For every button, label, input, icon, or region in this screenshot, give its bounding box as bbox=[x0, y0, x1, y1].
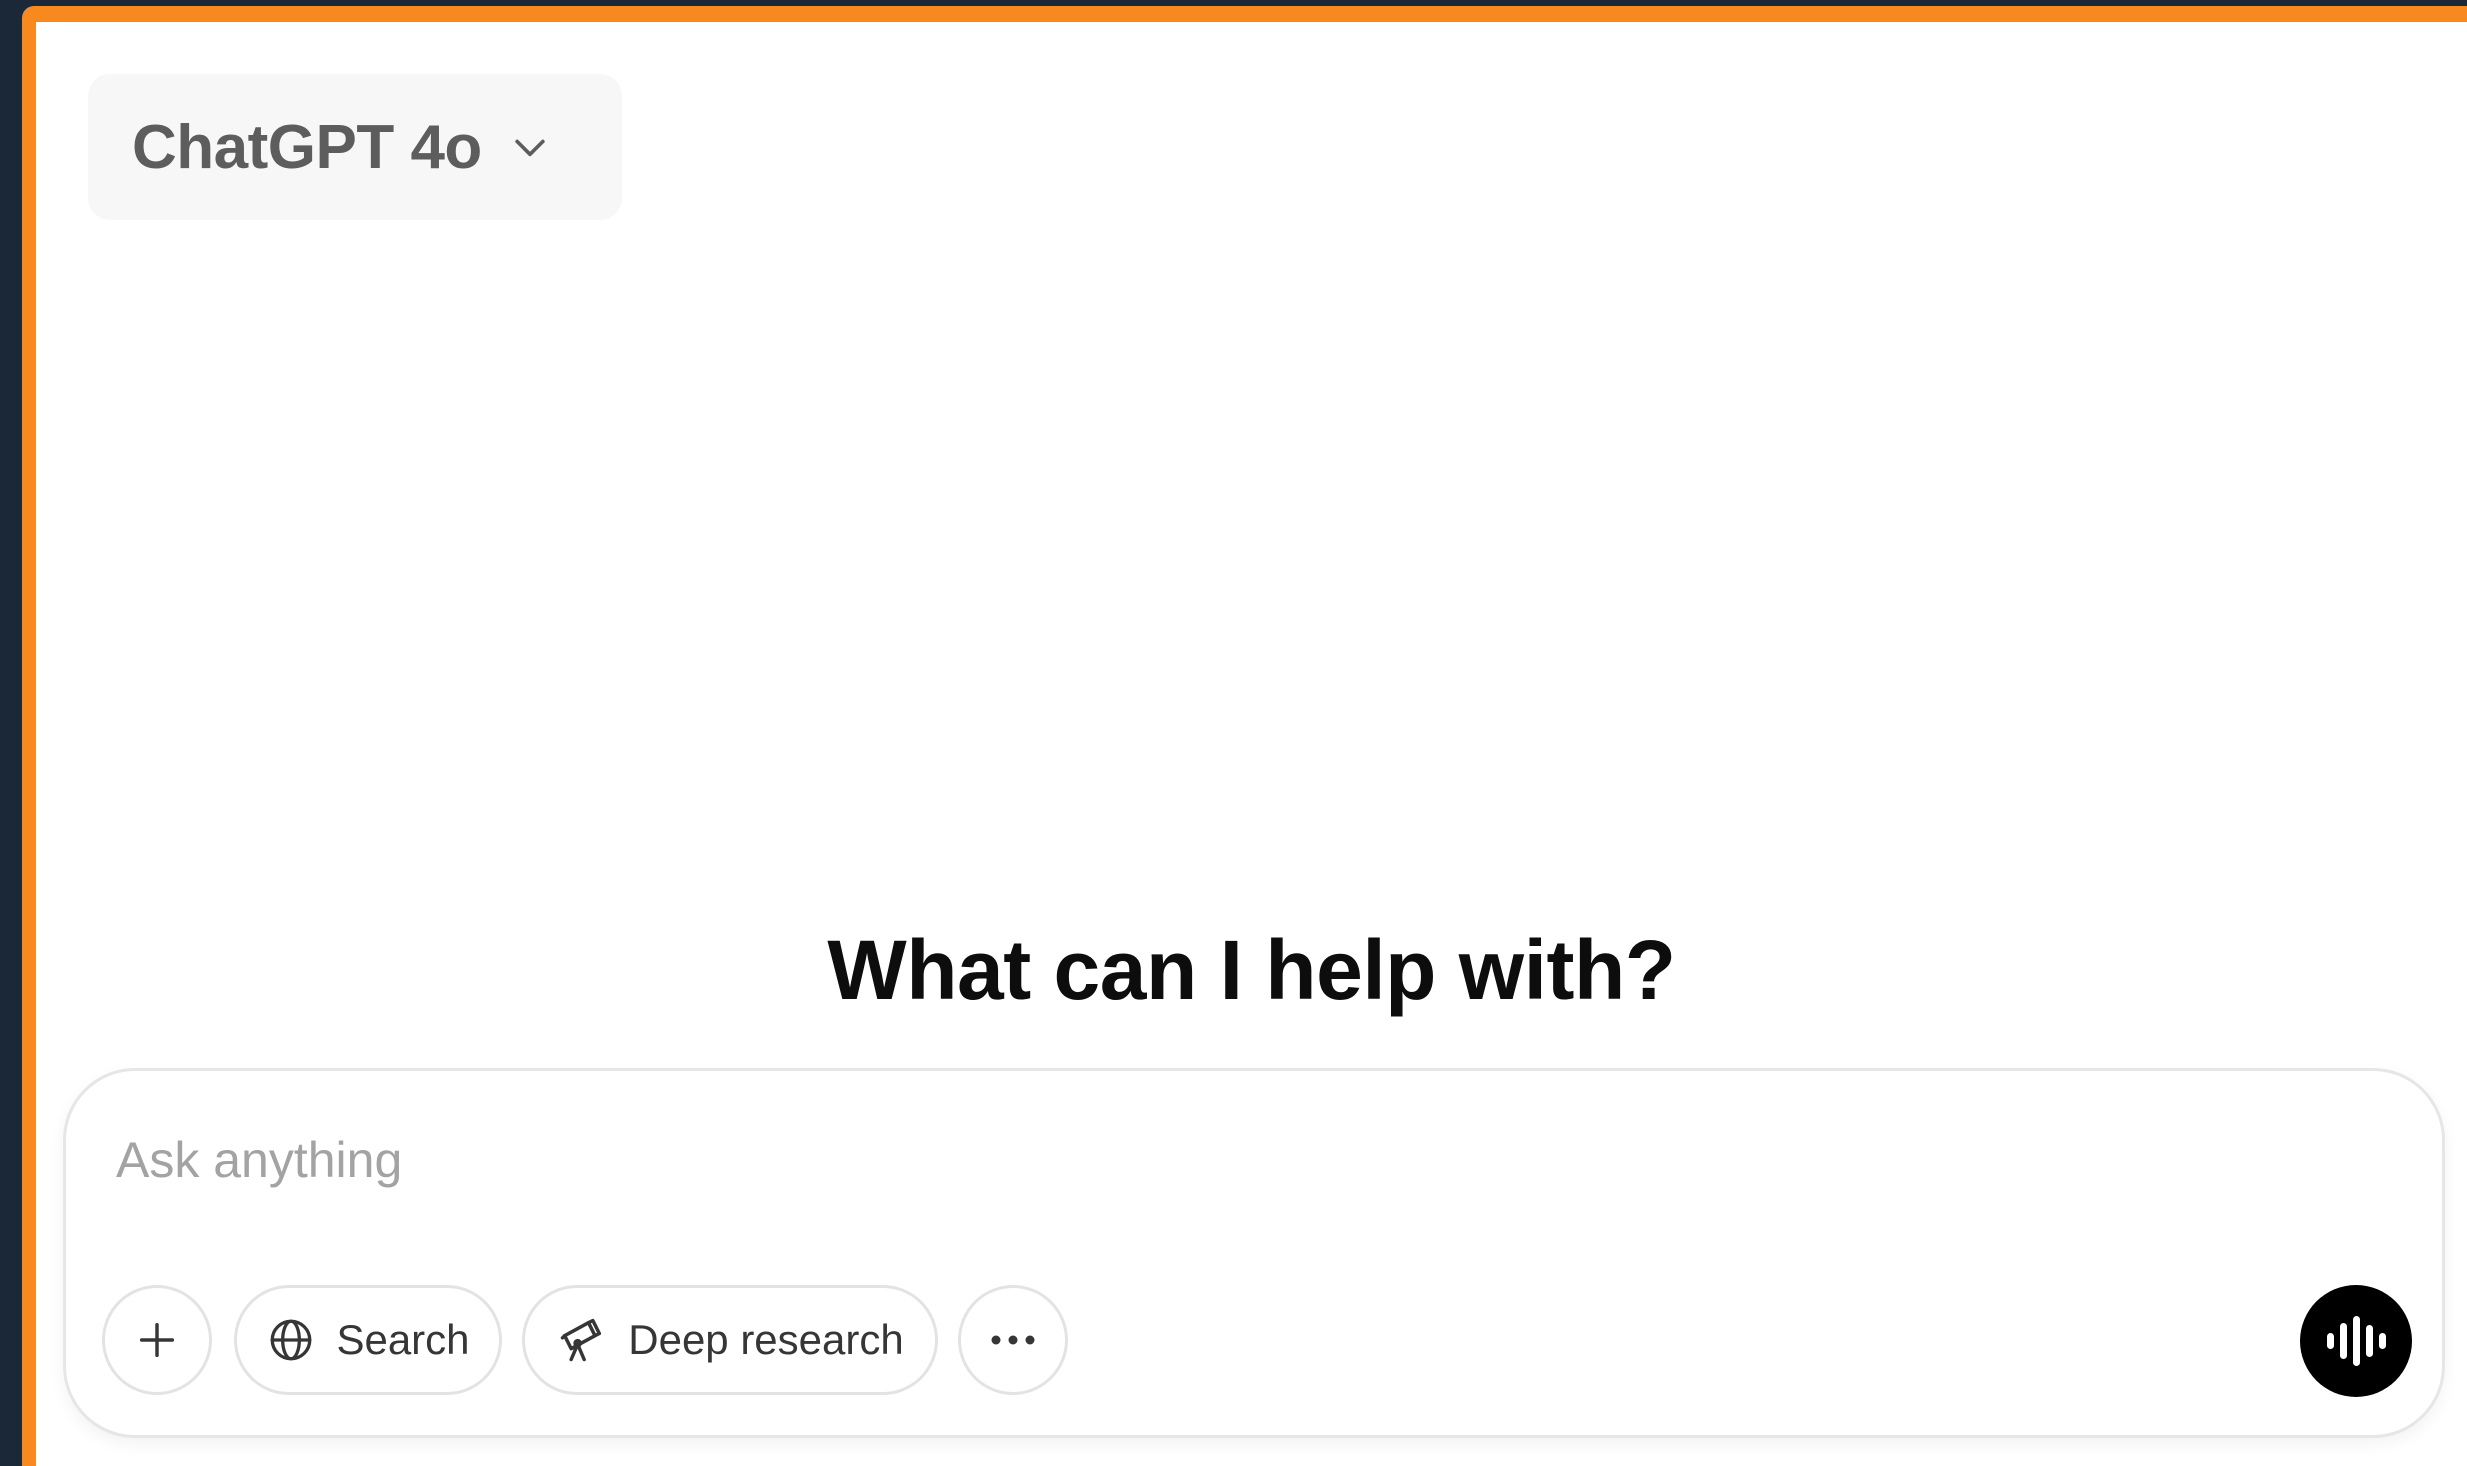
globe-icon bbox=[266, 1315, 316, 1365]
plus-icon bbox=[134, 1317, 180, 1363]
search-button-label: Search bbox=[336, 1316, 470, 1363]
welcome-heading: What can I help with? bbox=[827, 923, 1676, 1017]
more-tools-button[interactable] bbox=[958, 1285, 1068, 1395]
telescope-icon bbox=[556, 1314, 608, 1366]
voice-waveform-icon bbox=[2324, 1316, 2388, 1366]
add-attachment-button[interactable] bbox=[102, 1285, 212, 1395]
voice-mode-button[interactable] bbox=[2300, 1285, 2412, 1397]
composer: Search Deep research bbox=[63, 1068, 2445, 1438]
ellipsis-icon bbox=[988, 1330, 1038, 1350]
chat-window: ChatGPT 4o What can I help with? Ask any… bbox=[36, 22, 2467, 1466]
model-name-label: ChatGPT 4o bbox=[132, 112, 482, 182]
deep-research-button-label: Deep research bbox=[628, 1316, 904, 1363]
deep-research-button[interactable]: Deep research bbox=[522, 1285, 938, 1395]
model-selector[interactable]: ChatGPT 4o bbox=[88, 74, 622, 220]
chevron-down-icon bbox=[508, 125, 552, 169]
prompt-input[interactable] bbox=[116, 1125, 2216, 1195]
search-button[interactable]: Search bbox=[234, 1285, 502, 1395]
